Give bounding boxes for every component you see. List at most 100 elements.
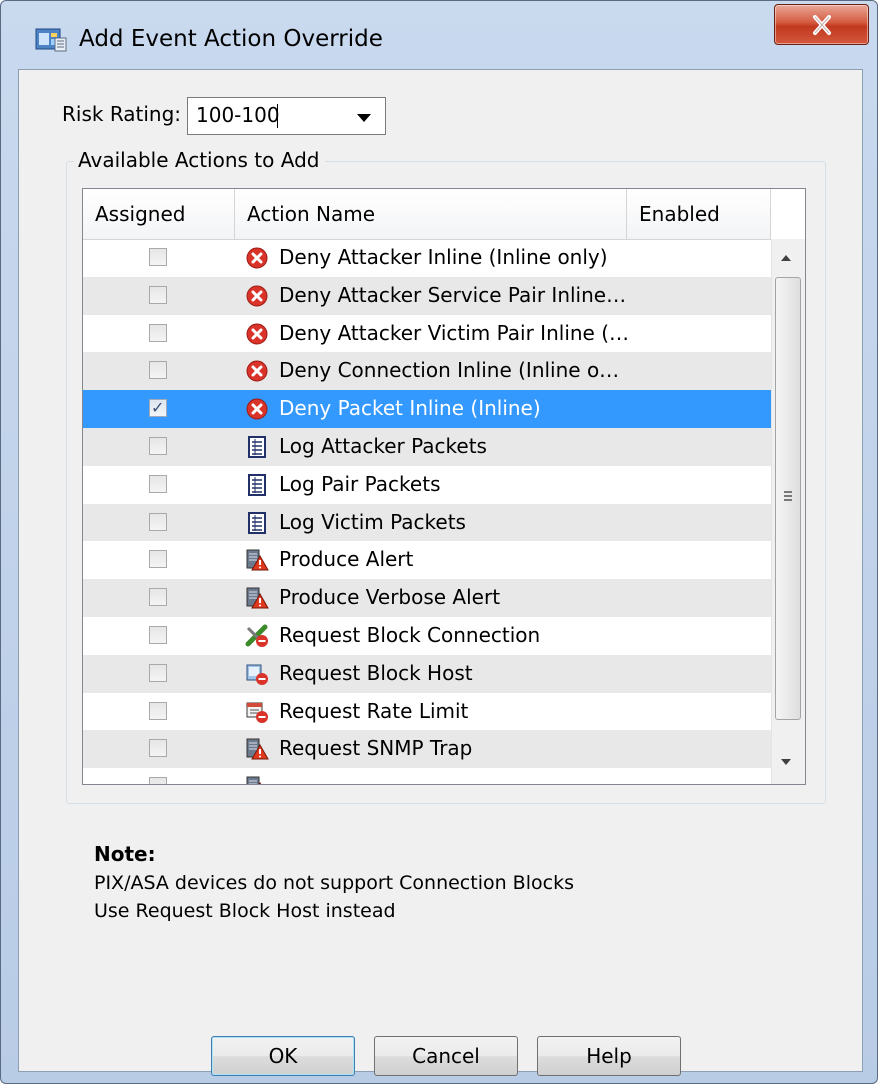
assigned-checkbox[interactable] — [149, 588, 167, 607]
assigned-checkbox[interactable]: ✓ — [149, 398, 167, 418]
column-header-enabled[interactable]: Enabled — [627, 189, 771, 239]
actions-table: Assigned Action Name Enabled Deny Attack… — [82, 188, 806, 785]
action-name-cell[interactable]: Request SNMP Trap — [235, 730, 627, 768]
table-row[interactable]: Request Block Host ✓ — [83, 654, 791, 693]
assigned-checkbox[interactable] — [149, 739, 167, 758]
action-name: Log Pair Packets — [279, 471, 441, 496]
enabled-cell: ✓ — [627, 693, 791, 731]
enabled-cell: ✓ — [627, 390, 791, 428]
note-line-1: PIX/ASA devices do not support Connectio… — [94, 872, 574, 894]
action-name-cell[interactable]: Deny Connection Inline (Inline o… — [235, 352, 627, 390]
close-button[interactable] — [774, 4, 869, 45]
table-body: Deny Attacker Inline (Inline only)✓Deny … — [83, 239, 791, 784]
deny-icon — [245, 284, 269, 308]
action-name-cell[interactable]: Produce Alert — [235, 541, 627, 579]
scroll-up-arrow-icon[interactable] — [781, 255, 791, 261]
table-row[interactable]: Log Pair Packets ✓ — [83, 466, 791, 504]
table-row[interactable]: ✓ Deny Packet Inline (Inline) ✓ — [83, 390, 791, 428]
alert-icon — [245, 548, 269, 572]
action-name-cell[interactable]: Deny Packet Inline (Inline) — [235, 390, 627, 428]
assigned-cell — [83, 504, 235, 542]
action-name-cell[interactable]: Deny Attacker Service Pair Inline… — [235, 277, 627, 315]
action-name-cell[interactable]: Deny Attacker Inline (Inline only) — [235, 239, 627, 277]
column-header-action-name[interactable]: Action Name — [235, 189, 627, 239]
assigned-checkbox[interactable] — [149, 323, 167, 342]
scrollbar-thumb[interactable] — [775, 277, 801, 720]
action-name-cell[interactable]: Log Pair Packets — [235, 466, 627, 504]
action-name-cell[interactable]: Log Victim Packets — [235, 504, 627, 542]
assigned-checkbox[interactable] — [149, 474, 167, 493]
assigned-cell — [83, 239, 235, 277]
action-name-cell[interactable]: Produce Verbose Alert — [235, 579, 627, 617]
table-row[interactable]: Request Block Connection ✓ — [83, 617, 791, 655]
assigned-cell — [83, 466, 235, 504]
enabled-cell: ✓ — [627, 768, 791, 784]
scroll-down-arrow-icon[interactable] — [781, 759, 791, 765]
assigned-checkbox[interactable] — [149, 248, 167, 266]
assigned-cell — [83, 352, 235, 390]
assigned-checkbox[interactable] — [149, 436, 167, 455]
assigned-checkbox[interactable] — [149, 663, 167, 682]
deny-icon — [245, 246, 269, 270]
assigned-checkbox[interactable] — [149, 512, 167, 531]
assigned-cell — [83, 315, 235, 353]
assigned-checkbox[interactable] — [149, 361, 167, 380]
enabled-cell: ✓ — [627, 277, 791, 315]
block-connection-icon — [245, 624, 269, 648]
window-title: Add Event Action Override — [79, 26, 383, 52]
table-row[interactable]: Deny Attacker Victim Pair Inline (…✓ — [83, 315, 791, 353]
table-row[interactable]: Deny Connection Inline (Inline o… ✓ — [83, 352, 791, 391]
table-row[interactable]: Deny Attacker Service Pair Inline…✓ — [83, 276, 791, 315]
rate-limit-icon — [245, 700, 269, 724]
column-header-assigned[interactable]: Assigned — [83, 189, 235, 239]
action-name: Request Rate Limit — [279, 698, 469, 723]
action-name: Produce Verbose Alert — [279, 585, 501, 610]
table-row[interactable]: ✓ — [83, 768, 791, 784]
action-name-cell[interactable]: Request Block Host — [235, 655, 627, 693]
block-host-icon — [245, 662, 269, 686]
risk-rating-combobox[interactable]: 100-100 — [187, 97, 386, 135]
table-row[interactable]: Produce Verbose Alert ✓ — [83, 579, 791, 617]
action-name-cell[interactable] — [235, 768, 627, 784]
assigned-cell: ✓ — [83, 390, 235, 428]
title-bar[interactable]: Add Event Action Override — [1, 1, 877, 79]
action-name-cell[interactable]: Request Block Connection — [235, 617, 627, 655]
table-row[interactable]: Request Rate Limit ✓ — [83, 693, 791, 731]
enabled-cell: ✓ — [627, 352, 791, 390]
checkmark-icon: ✓ — [151, 398, 165, 418]
grip-icon — [784, 491, 792, 503]
action-name: Log Victim Packets — [279, 509, 466, 534]
assigned-cell — [83, 617, 235, 655]
cancel-button[interactable]: Cancel — [374, 1036, 518, 1076]
help-button[interactable]: Help — [537, 1036, 681, 1076]
action-name-cell[interactable]: Deny Attacker Victim Pair Inline (… — [235, 315, 629, 353]
action-name: Deny Packet Inline (Inline) — [279, 396, 541, 421]
ok-button[interactable]: OK — [211, 1036, 355, 1076]
assigned-cell — [83, 655, 235, 693]
enabled-cell: ✓ — [627, 466, 791, 504]
table-row[interactable]: Deny Attacker Inline (Inline only) ✓ — [83, 239, 791, 277]
table-row[interactable]: Log Attacker Packets ✓ — [83, 427, 791, 466]
risk-rating-value[interactable]: 100-100 — [196, 103, 280, 127]
log-icon — [245, 435, 269, 459]
assigned-cell — [83, 693, 235, 731]
assigned-cell — [83, 730, 235, 768]
table-row[interactable]: Request SNMP Trap ✓ — [83, 730, 791, 769]
chevron-down-icon[interactable] — [357, 114, 371, 122]
assigned-checkbox[interactable] — [149, 550, 167, 569]
table-row[interactable]: Log Victim Packets ✓ — [83, 503, 791, 542]
table-row[interactable]: Produce Alert ✓ — [83, 541, 791, 579]
action-name-cell[interactable]: Log Attacker Packets — [235, 428, 627, 466]
action-name: Request Block Connection — [279, 622, 541, 647]
available-actions-legend: Available Actions to Add — [74, 148, 326, 172]
alert-icon — [245, 586, 269, 610]
text-cursor — [277, 104, 278, 128]
vertical-scrollbar[interactable] — [771, 239, 805, 784]
assigned-cell — [83, 768, 235, 784]
assigned-checkbox[interactable] — [149, 285, 167, 304]
assigned-checkbox[interactable] — [149, 625, 167, 644]
deny-icon — [245, 359, 269, 383]
assigned-checkbox[interactable] — [149, 701, 167, 720]
action-name-cell[interactable]: Request Rate Limit — [235, 693, 627, 731]
assigned-checkbox[interactable] — [149, 777, 167, 784]
